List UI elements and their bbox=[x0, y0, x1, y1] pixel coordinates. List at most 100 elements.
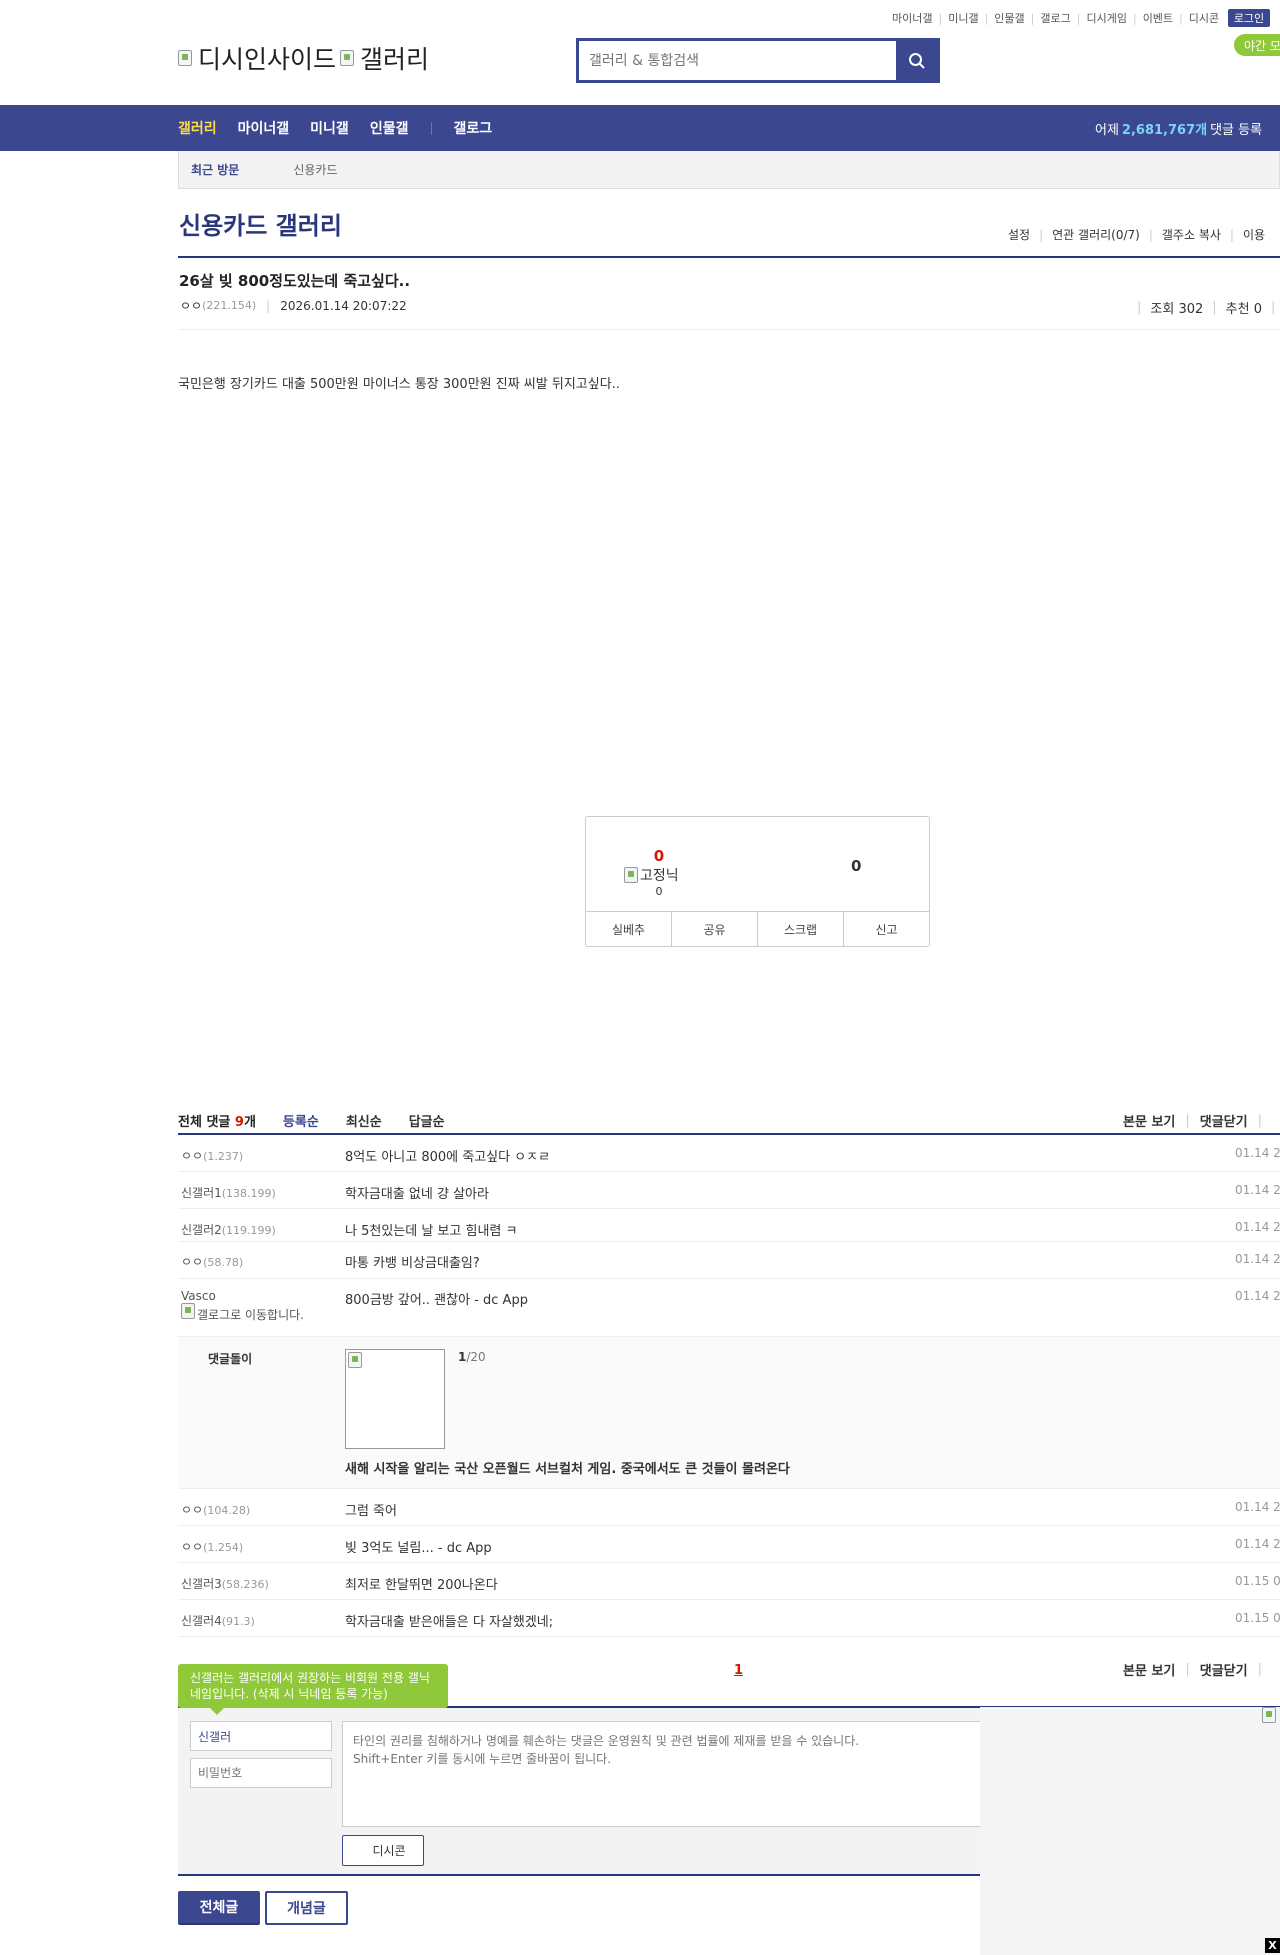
comment-text: 800금방 갚어.. 괜찮아 - dc App bbox=[345, 1293, 528, 1308]
post-datetime: 2026.01.14 20:07:22 bbox=[280, 298, 407, 313]
comment-date: 01.14 20 bbox=[1235, 1146, 1280, 1160]
settings-link[interactable]: 설정 bbox=[1008, 226, 1030, 243]
comment-text: 빚 3억도 널림... - dc App bbox=[345, 1541, 492, 1556]
nav-gallog[interactable]: 갤로그 bbox=[453, 118, 492, 138]
ad-thumbnail[interactable] bbox=[345, 1349, 445, 1449]
view-post-button[interactable]: 본문 보기 bbox=[1123, 1111, 1175, 1130]
fixed-nick-label: 고정닉 bbox=[640, 868, 679, 884]
nav-gallery[interactable]: 갤러리 bbox=[178, 118, 217, 138]
post-author[interactable]: ㅇㅇ bbox=[180, 297, 202, 314]
report-button[interactable]: 신고 bbox=[844, 912, 929, 947]
broken-image-icon bbox=[348, 1352, 362, 1368]
usage-link[interactable]: 이용 bbox=[1243, 226, 1265, 243]
close-comments-button[interactable]: 댓글닫기 bbox=[1200, 1660, 1248, 1679]
comment-date: 01.14 20 bbox=[1235, 1252, 1280, 1266]
comment-nick[interactable]: 신갤러3(58.236) bbox=[181, 1575, 269, 1592]
comment-nick[interactable]: ㅇㅇ(104.28) bbox=[181, 1501, 250, 1518]
search-button[interactable] bbox=[896, 41, 937, 80]
password-input[interactable] bbox=[190, 1758, 332, 1788]
comment-page-1[interactable]: 1 bbox=[734, 1663, 743, 1678]
recommend-actions: 실베추 공유 스크랩 신고 bbox=[586, 911, 929, 947]
nav-divider bbox=[431, 121, 433, 135]
comment-nick[interactable]: ㅇㅇ(1.237) bbox=[181, 1147, 243, 1164]
stat-prefix: 어제 bbox=[1095, 122, 1119, 138]
util-link-person[interactable]: 인물갤 bbox=[994, 10, 1024, 26]
comment-text: 8억도 아니고 800에 죽고싶다 ㅇㅈㄹ bbox=[345, 1150, 551, 1165]
scrap-button[interactable]: 스크랩 bbox=[758, 912, 844, 947]
fixed-nick-recommend[interactable]: 고정닉 bbox=[624, 865, 679, 885]
recommend-up-count[interactable]: 0 bbox=[649, 847, 669, 865]
gallog-link[interactable]: 갤로그로 이동합니다. bbox=[181, 1303, 306, 1322]
post-meta: ㅇㅇ (221.154) | 2026.01.14 20:07:22 bbox=[180, 297, 407, 314]
nav-person[interactable]: 인물갤 bbox=[370, 118, 409, 138]
related-gallery-link[interactable]: 연관 갤러리(0/7) bbox=[1052, 226, 1140, 243]
comment-nick[interactable]: Vasco bbox=[181, 1289, 216, 1303]
comment-row: Vasco 갤로그로 이동합니다. 800금방 갚어.. 괜찮아 - dc Ap… bbox=[178, 1279, 1280, 1337]
dccon-button[interactable]: 디시콘 bbox=[342, 1835, 424, 1866]
comment-date: 01.14 21 bbox=[1235, 1537, 1280, 1551]
comment-row: 신갤러1(138.199) 학자금대출 없네 걍 살아라 01.14 20 bbox=[178, 1172, 1280, 1209]
post-counts: | 조회 302 | 추천 0 | bbox=[1137, 300, 1276, 317]
comment-date: 01.15 09 bbox=[1235, 1611, 1280, 1625]
sort-registered[interactable]: 등록순 bbox=[283, 1111, 319, 1130]
ad-headline[interactable]: 새해 시작을 알리는 국산 오픈월드 서브컬처 게임. 중국에서도 큰 것들이 … bbox=[345, 1458, 790, 1477]
all-posts-button[interactable]: 전체글 bbox=[178, 1891, 260, 1925]
comment-date: 01.14 20 bbox=[1235, 1220, 1280, 1234]
share-button[interactable]: 공유 bbox=[672, 912, 758, 947]
comment-nick[interactable]: 신갤러2(119.199) bbox=[181, 1221, 276, 1238]
comment-text: 나 5천있는데 날 보고 힘내렴 ㅋ bbox=[345, 1224, 518, 1239]
comment-row: ㅇㅇ(1.237) 8억도 아니고 800에 죽고싶다 ㅇㅈㄹ 01.14 20 bbox=[178, 1135, 1280, 1172]
comment-nick[interactable]: 신갤러1(138.199) bbox=[181, 1184, 276, 1201]
search-input[interactable] bbox=[579, 41, 896, 80]
ad-bot-name: 댓글돌이 bbox=[208, 1352, 253, 1366]
comment-row: 신갤러2(119.199) 나 5천있는데 날 보고 힘내렴 ㅋ 01.14 2… bbox=[178, 1209, 1280, 1242]
comment-row: ㅇㅇ(1.254) 빚 3억도 널림... - dc App 01.14 21 bbox=[178, 1526, 1280, 1563]
recent-gallery-link[interactable]: 신용카드 bbox=[293, 161, 337, 178]
comment-nick[interactable]: ㅇㅇ(58.78) bbox=[181, 1253, 243, 1270]
util-link-dccon[interactable]: 디시콘 bbox=[1189, 10, 1219, 26]
comment-row: 신갤러4(91.3) 학자금대출 받은애들은 다 자살했겠네; 01.15 09 bbox=[178, 1600, 1280, 1637]
best-recommend-button[interactable]: 실베추 bbox=[586, 912, 672, 947]
copy-address-link[interactable]: 갤주소 복사 bbox=[1162, 226, 1221, 243]
gallery-options: 설정 | 연관 갤러리(0/7) | 갤주소 복사 | 이용 bbox=[1008, 226, 1266, 243]
comment-stat: 어제 2,681,767개 댓글 등록 bbox=[1095, 105, 1262, 151]
util-link-mini[interactable]: 미니갤 bbox=[948, 10, 978, 26]
comment-nick[interactable]: 신갤러4(91.3) bbox=[181, 1612, 255, 1629]
util-link-gallog[interactable]: 갤로그 bbox=[1040, 10, 1070, 26]
comment-text: 학자금대출 받은애들은 다 자살했겠네; bbox=[345, 1615, 554, 1630]
concept-posts-button[interactable]: 개념글 bbox=[265, 1891, 348, 1925]
recommend-box: 0 고정닉 0 0 실베추 공유 스크랩 신고 bbox=[585, 816, 930, 947]
nickname-input[interactable] bbox=[190, 1721, 332, 1751]
close-comments-button[interactable]: 댓글닫기 bbox=[1200, 1111, 1248, 1130]
site-logo[interactable]: 디시인사이드 갤러리 bbox=[178, 40, 429, 76]
comment-date: 01.14 20 bbox=[1235, 1183, 1280, 1197]
search-bar bbox=[576, 38, 940, 83]
sort-latest[interactable]: 최신순 bbox=[346, 1111, 382, 1130]
comment-date: 01.15 04 bbox=[1235, 1574, 1280, 1588]
login-button[interactable]: 로그인 bbox=[1228, 9, 1270, 27]
divider bbox=[178, 329, 1280, 330]
nav-minor[interactable]: 마이너갤 bbox=[238, 118, 290, 138]
util-link-event[interactable]: 이벤트 bbox=[1143, 10, 1173, 26]
post-title: 26살 빚 800정도있는데 죽고싶다.. bbox=[179, 272, 411, 290]
post-recommend: 추천 0 bbox=[1225, 302, 1262, 317]
close-ad-button[interactable]: X bbox=[1265, 1938, 1280, 1953]
sort-replies[interactable]: 답글순 bbox=[409, 1111, 445, 1130]
ad-page-indicator: 1/20 bbox=[458, 1350, 486, 1364]
comment-text: 학자금대출 없네 걍 살아라 bbox=[345, 1187, 489, 1202]
util-link-minor[interactable]: 마이너갤 bbox=[892, 10, 932, 26]
util-link-game[interactable]: 디시게임 bbox=[1086, 10, 1126, 26]
search-icon bbox=[908, 52, 925, 69]
main-nav: 갤러리 마이너갤 미니갤 인물갤 갤로그 어제 2,681,767개 댓글 등록 bbox=[0, 105, 1280, 151]
fixed-nick-count: 0 bbox=[655, 885, 663, 898]
gallery-title[interactable]: 신용카드 갤러리 bbox=[179, 206, 342, 241]
nav-mini[interactable]: 미니갤 bbox=[310, 118, 349, 138]
post-author-ip: (221.154) bbox=[202, 299, 257, 312]
broken-image-icon bbox=[624, 867, 638, 883]
logo-section: 갤러리 bbox=[360, 45, 430, 74]
broken-image-icon bbox=[340, 50, 355, 66]
view-post-button[interactable]: 본문 보기 bbox=[1123, 1660, 1175, 1679]
comment-nick[interactable]: ㅇㅇ(1.254) bbox=[181, 1538, 243, 1555]
night-mode-button[interactable]: 야간 모 bbox=[1234, 34, 1280, 56]
recommend-down-count[interactable]: 0 bbox=[851, 857, 861, 875]
